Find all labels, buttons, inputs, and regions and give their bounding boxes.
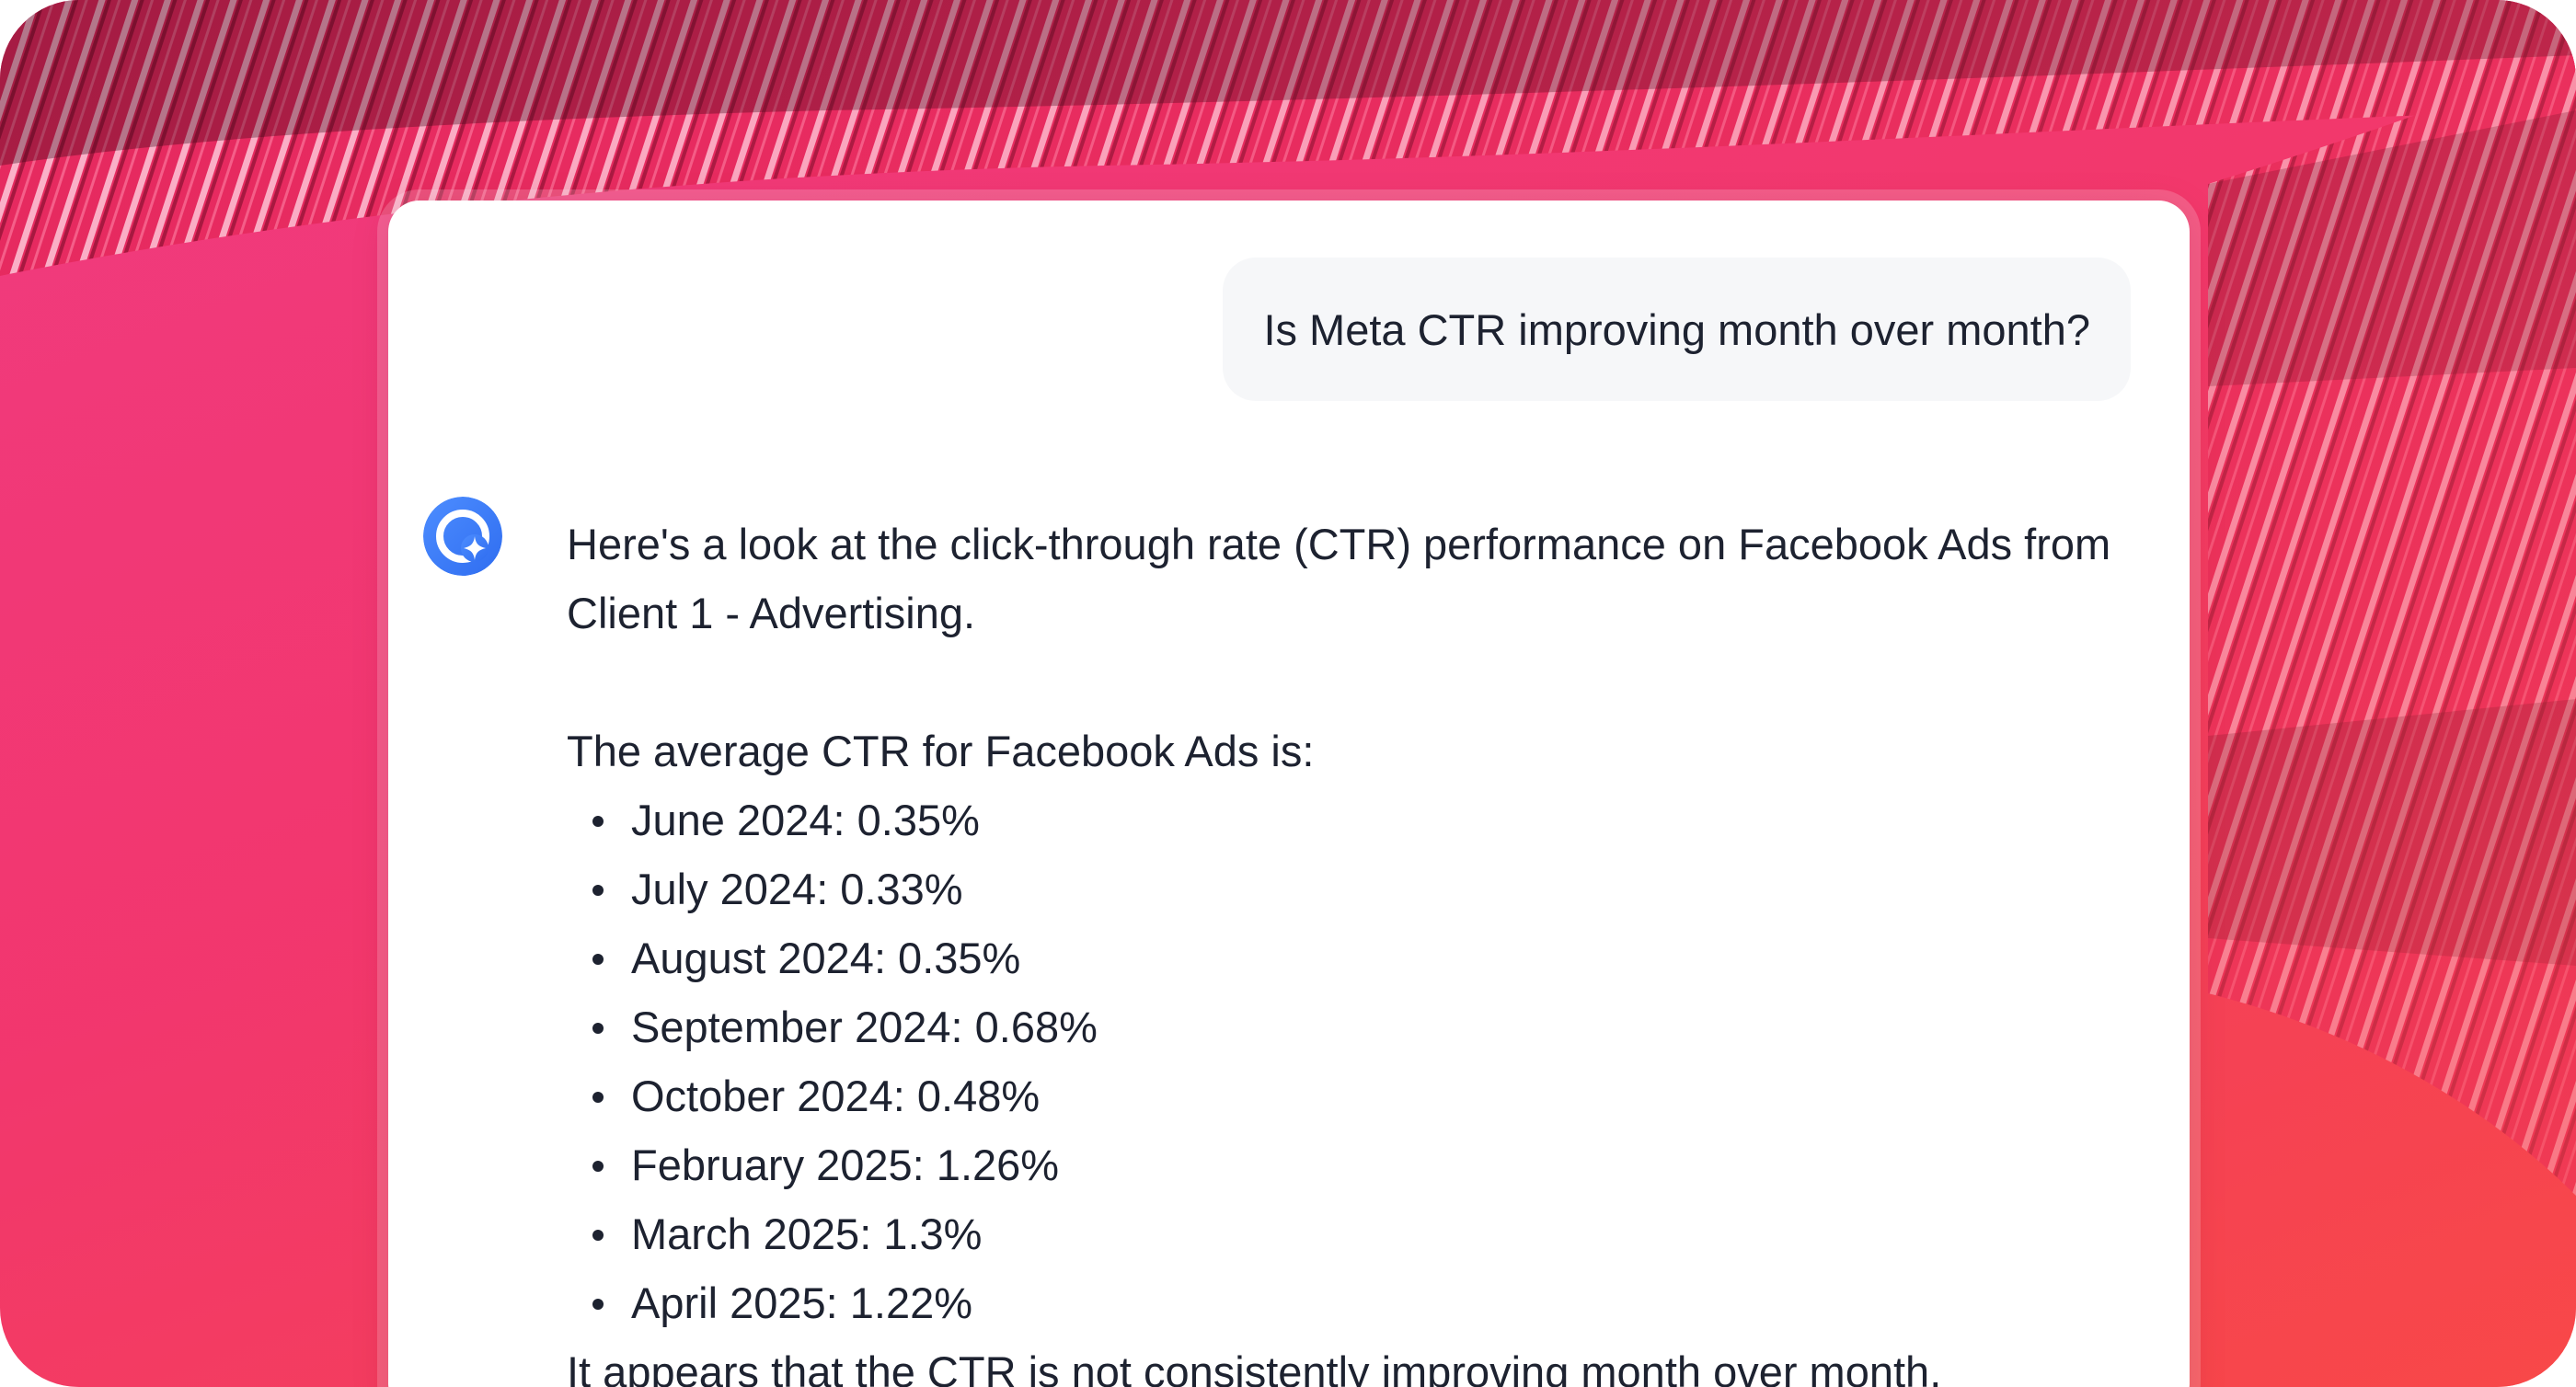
- ctr-list: June 2024: 0.35% July 2024: 0.33% August…: [567, 785, 2149, 1337]
- assistant-sparkle-logo-icon: [423, 497, 502, 576]
- list-item: March 2025: 1.3%: [592, 1199, 2149, 1268]
- list-item: July 2024: 0.33%: [592, 854, 2149, 923]
- list-item: September 2024: 0.68%: [592, 992, 2149, 1061]
- list-item: June 2024: 0.35%: [592, 785, 2149, 854]
- list-item: October 2024: 0.48%: [592, 1061, 2149, 1130]
- list-item: April 2025: 1.22%: [592, 1268, 2149, 1337]
- assistant-conclusion-text: It appears that the CTR is not consisten…: [567, 1347, 1942, 1387]
- assistant-intro-text: Here's a look at the click-through rate …: [567, 520, 2111, 637]
- chat-card: Is Meta CTR improving month over month? …: [388, 201, 2190, 1387]
- ctr-list-heading: The average CTR for Facebook Ads is:: [567, 727, 1315, 775]
- list-item: February 2025: 1.26%: [592, 1130, 2149, 1199]
- background-frame: Is Meta CTR improving month over month? …: [0, 0, 2576, 1387]
- user-message-text: Is Meta CTR improving month over month?: [1263, 304, 2090, 354]
- assistant-message: Here's a look at the click-through rate …: [567, 510, 2149, 1387]
- list-item: August 2024: 0.35%: [592, 923, 2149, 992]
- user-message-bubble: Is Meta CTR improving month over month?: [1223, 258, 2131, 401]
